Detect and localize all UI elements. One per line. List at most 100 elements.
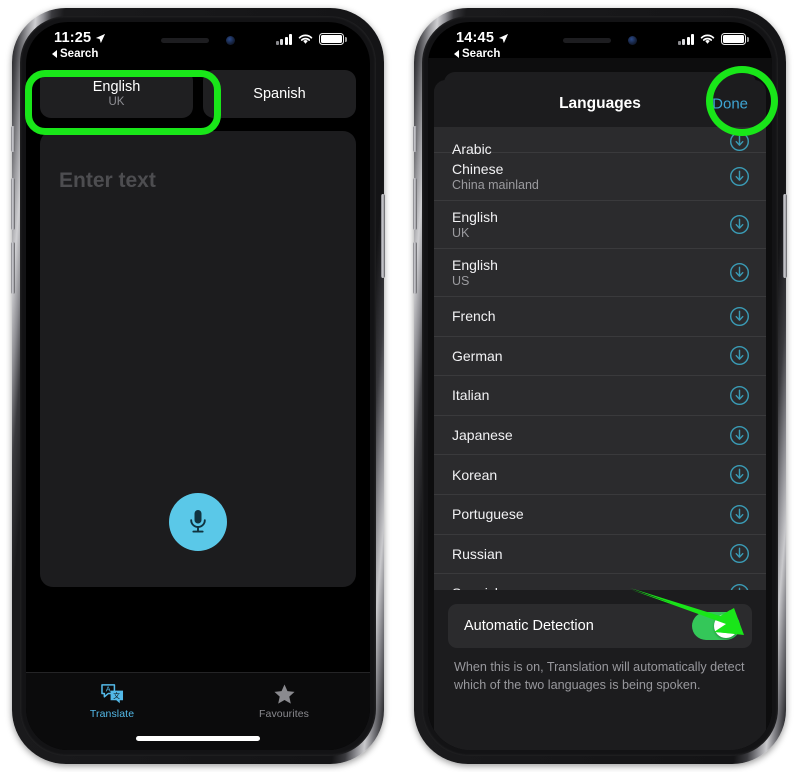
languages-modal-sheet: Languages Done Arabic Chinese China mainla… — [434, 80, 766, 750]
language-row[interactable]: Chinese China mainland — [434, 153, 766, 201]
source-language-name: English — [92, 78, 141, 95]
language-row[interactable]: English US — [434, 249, 766, 297]
download-circle-icon[interactable] — [729, 464, 750, 485]
wifi-icon-right — [700, 34, 715, 44]
language-region: UK — [452, 225, 470, 240]
left-status-time-group: 11:25 — [54, 30, 106, 46]
source-language-region: UK — [108, 96, 125, 109]
language-row-text: Arabic — [452, 136, 729, 157]
silent-switch[interactable] — [11, 126, 15, 152]
battery-full-icon-right — [721, 33, 749, 45]
left-back-to-search[interactable]: Search — [52, 48, 98, 60]
power-button-right[interactable] — [783, 194, 787, 278]
download-circle-icon[interactable] — [729, 262, 750, 283]
source-language-pill[interactable]: English UK — [40, 70, 193, 118]
language-row[interactable]: French — [434, 297, 766, 337]
download-circle-icon[interactable] — [729, 345, 750, 366]
automatic-detection-row[interactable]: Automatic Detection — [448, 604, 752, 648]
language-row[interactable]: Spanish — [434, 574, 766, 590]
language-row-text: Chinese China mainland — [452, 161, 729, 192]
translate-bubbles-icon: A 文 — [100, 684, 123, 704]
right-status-time-group: 14:45 — [456, 30, 509, 46]
tab-translate-label: Translate — [89, 708, 135, 720]
language-row-text: English UK — [452, 209, 729, 240]
download-circle-icon[interactable] — [729, 385, 750, 406]
right-phone-screen: 14:45 Search Languages Done Arabic Chine… — [428, 22, 772, 750]
left-status-icons — [275, 33, 347, 45]
volume-up-button[interactable] — [11, 178, 15, 230]
language-name: Chinese — [452, 160, 504, 177]
text-entry-card[interactable]: Enter text — [40, 131, 356, 587]
languages-list[interactable]: Arabic Chinese China mainland English UK Engl… — [434, 127, 766, 590]
language-region: US — [452, 273, 470, 288]
back-triangle-icon — [52, 50, 57, 58]
silent-switch-right[interactable] — [413, 126, 417, 152]
language-row-text: Russian — [452, 546, 729, 562]
screenshot-stage: 11:25 Search English UK Spanish Enter te… — [0, 0, 800, 772]
microphone-button[interactable] — [169, 493, 227, 551]
language-row[interactable]: Portuguese — [434, 495, 766, 535]
volume-down-button[interactable] — [11, 242, 15, 294]
language-name: French — [452, 308, 496, 325]
toggle-knob — [714, 614, 738, 638]
power-button[interactable] — [381, 194, 385, 278]
language-row[interactable]: Korean — [434, 455, 766, 495]
sheet-header: Languages Done — [434, 80, 766, 127]
cellular-signal-icon — [275, 34, 292, 45]
language-row[interactable]: Russian — [434, 535, 766, 575]
download-circle-icon[interactable] — [729, 583, 750, 590]
language-row-text: Japanese — [452, 427, 729, 443]
automatic-detection-toggle[interactable] — [692, 612, 740, 640]
language-region: China mainland — [452, 177, 539, 192]
language-row[interactable]: Italian — [434, 376, 766, 416]
download-circle-icon[interactable] — [729, 166, 750, 187]
language-row-text: Korean — [452, 467, 729, 483]
cellular-signal-icon-right — [677, 34, 694, 45]
target-language-pill[interactable]: Spanish — [203, 70, 356, 118]
download-circle-icon[interactable] — [729, 425, 750, 446]
language-selector-row: English UK Spanish — [26, 70, 370, 118]
language-row[interactable]: Japanese — [434, 416, 766, 456]
language-name: German — [452, 347, 503, 364]
language-row[interactable]: English UK — [434, 201, 766, 249]
language-row-text: Italian — [452, 387, 729, 403]
language-row[interactable]: German — [434, 337, 766, 377]
download-circle-icon[interactable] — [729, 306, 750, 327]
language-row-text: Portuguese — [452, 506, 729, 522]
download-circle-icon[interactable] — [729, 131, 750, 152]
star-icon — [273, 684, 295, 704]
location-arrow-icon-right — [499, 33, 509, 43]
enter-text-placeholder: Enter text — [59, 169, 156, 192]
svg-text:A: A — [105, 686, 110, 694]
microphone-icon — [190, 510, 206, 533]
back-triangle-icon-right — [454, 50, 459, 58]
language-row-text: German — [452, 348, 729, 364]
volume-down-button-right[interactable] — [413, 242, 417, 294]
right-phone-device: 14:45 Search Languages Done Arabic Chine… — [413, 8, 787, 764]
tab-favourites-label: Favourites — [258, 708, 310, 720]
download-circle-icon[interactable] — [729, 543, 750, 564]
left-back-label: Search — [60, 48, 99, 60]
automatic-detection-label: Automatic Detection — [464, 618, 594, 634]
automatic-detection-section: Automatic Detection When this is on, Tra… — [434, 590, 766, 750]
volume-up-button-right[interactable] — [413, 178, 417, 230]
bottom-tab-bar: A 文 Translate Favourites — [26, 672, 370, 750]
target-language-name: Spanish — [253, 85, 306, 102]
left-status-time: 11:25 — [54, 30, 92, 46]
svg-text:文: 文 — [113, 691, 120, 700]
language-name: English — [452, 208, 498, 225]
download-circle-icon[interactable] — [729, 504, 750, 525]
done-button[interactable]: Done — [712, 95, 748, 112]
right-status-time: 14:45 — [456, 30, 495, 46]
sheet-title: Languages — [559, 94, 641, 112]
home-indicator[interactable] — [136, 736, 260, 741]
language-row[interactable]: Arabic — [434, 127, 766, 157]
wifi-icon — [298, 34, 313, 44]
right-phone-bezel: 14:45 Search Languages Done Arabic Chine… — [422, 16, 778, 756]
left-status-bar: 11:25 Search — [26, 22, 370, 68]
right-status-icons — [677, 33, 749, 45]
download-circle-icon[interactable] — [729, 214, 750, 235]
language-name: Korean — [452, 466, 498, 483]
battery-full-icon — [319, 33, 347, 45]
language-name: English — [452, 256, 498, 273]
